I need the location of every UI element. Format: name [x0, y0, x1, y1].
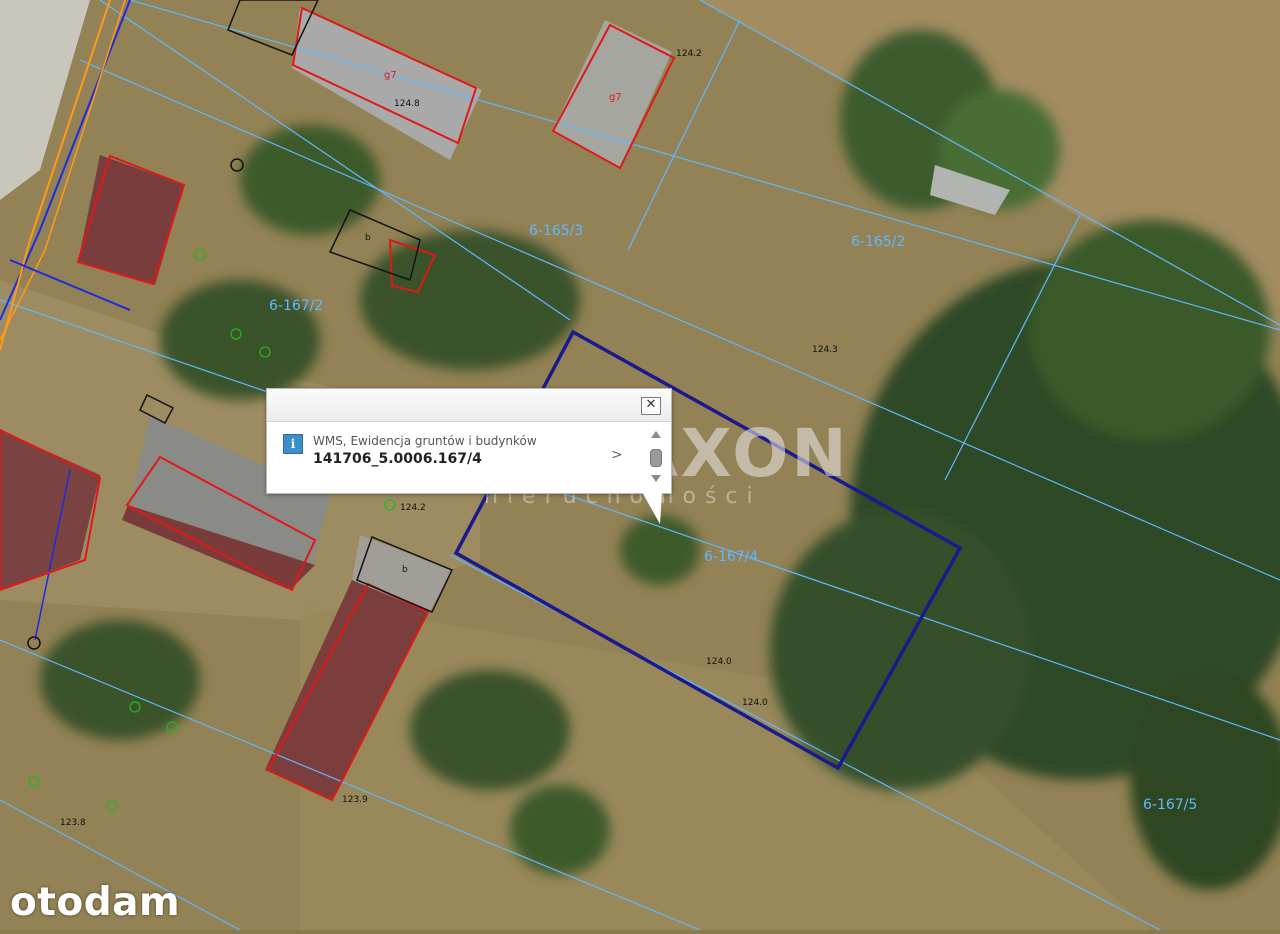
building-code-label: g7 [384, 70, 397, 81]
info-icon: i [283, 434, 303, 454]
parcel-label: 6-165/2 [851, 234, 906, 250]
chevron-right-icon[interactable]: > [611, 447, 623, 463]
elevation-label: 124.0 [742, 698, 768, 708]
scroll-thumb[interactable] [650, 449, 662, 467]
elevation-label: 124.2 [400, 503, 426, 513]
elevation-label: 124.8 [394, 99, 420, 109]
building-code-label: g7 [609, 92, 622, 103]
elevation-label: 123.8 [60, 818, 86, 828]
parcel-label: 6-167/2 [269, 298, 324, 314]
elevation-label: 124.2 [676, 49, 702, 59]
building-code-label: b [402, 565, 408, 575]
popup-scrollbar[interactable] [649, 429, 663, 487]
parcel-id[interactable]: 141706_5.0006.167/4 [313, 451, 482, 467]
layer-name: WMS, Ewidencja gruntów i budynków [313, 434, 537, 448]
scroll-up-icon[interactable] [651, 431, 661, 438]
popup-header: ✕ [267, 389, 671, 422]
close-button[interactable]: ✕ [641, 397, 661, 415]
feature-info-popup: ✕ i WMS, Ewidencja gruntów i budynków 14… [266, 388, 672, 494]
elevation-label: 124.3 [812, 345, 838, 355]
building-code-label: b [365, 233, 371, 243]
elevation-label: 124.0 [706, 657, 732, 667]
scroll-down-icon[interactable] [651, 475, 661, 482]
parcel-label: 6-165/3 [529, 223, 584, 239]
elevation-label: 123.9 [342, 795, 368, 805]
parcel-label: 6-167/5 [1143, 797, 1198, 813]
parcel-label: 6-167/4 [704, 549, 759, 565]
brand-logo: otodam [10, 880, 181, 925]
